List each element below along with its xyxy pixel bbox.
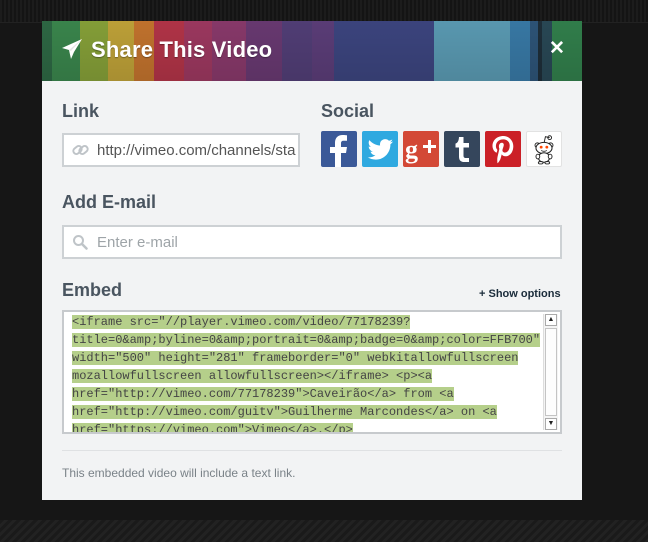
close-button[interactable]: ✕ (548, 39, 566, 59)
scroll-thumb[interactable] (545, 328, 557, 416)
dialog-header: Share This Video ✕ (42, 21, 582, 81)
embed-code-line: <iframe src="//player.vimeo.com/video/77… (72, 315, 411, 329)
embed-note: This embedded video will include a text … (62, 466, 296, 480)
svg-text:g: g (405, 135, 418, 164)
show-options-link[interactable]: + Show options (479, 288, 561, 300)
tumblr-icon (455, 137, 469, 162)
dialog-title: Share This Video (91, 37, 273, 62)
embed-code-line: width="500" height="281" frameborder="0"… (72, 351, 519, 365)
embed-code-textarea[interactable]: <iframe src="//player.vimeo.com/video/77… (62, 310, 562, 434)
email-label: Add E-mail (62, 192, 157, 212)
embed-code-line: href="http://vimeo.com/77178239">Caveirã… (72, 387, 454, 401)
email-placeholder: Enter e-mail (97, 234, 178, 251)
share-dialog: Share This Video ✕ Link http://vimeo.com… (42, 21, 582, 500)
social-label: Social (321, 101, 375, 121)
reddit-icon (534, 135, 554, 165)
pinterest-icon (492, 136, 514, 164)
scroll-up-arrow-icon[interactable]: ▲ (545, 314, 557, 326)
embed-label: Embed (62, 280, 123, 300)
embed-code: <iframe src="//player.vimeo.com/video/77… (72, 313, 541, 432)
twitter-icon (367, 139, 393, 160)
email-field[interactable]: Enter e-mail (62, 225, 562, 259)
tumblr-button[interactable] (444, 131, 480, 167)
paper-plane-icon (62, 39, 82, 59)
search-icon (73, 235, 88, 250)
top-background-bar (0, 0, 648, 23)
embed-code-line: mozallowfullscreen allowfullscreen></ifr… (72, 369, 433, 383)
pinterest-button[interactable] (485, 131, 521, 167)
google-plus-icon: g (405, 135, 436, 164)
embed-code-line: href="https://vimeo.com">Vimeo</a>.</p> (72, 423, 353, 432)
embed-scrollbar[interactable]: ▲ ▼ (543, 314, 558, 430)
scroll-down-arrow-icon[interactable]: ▼ (545, 418, 557, 430)
twitter-button[interactable] (362, 131, 398, 167)
bottom-background-bar (0, 520, 648, 542)
facebook-button[interactable] (321, 131, 357, 167)
divider (62, 450, 562, 451)
facebook-icon (330, 135, 347, 167)
link-field[interactable]: http://vimeo.com/channels/sta (62, 133, 300, 167)
google-plus-button[interactable]: g (403, 131, 439, 167)
link-label: Link (62, 101, 100, 121)
link-icon (72, 145, 89, 155)
embed-code-line: href="http://vimeo.com/guitv">Guilherme … (72, 405, 497, 419)
reddit-button[interactable] (526, 131, 562, 167)
link-url: http://vimeo.com/channels/sta (97, 142, 296, 159)
embed-code-line: title=0&amp;byline=0&amp;portrait=0&amp;… (72, 333, 541, 347)
